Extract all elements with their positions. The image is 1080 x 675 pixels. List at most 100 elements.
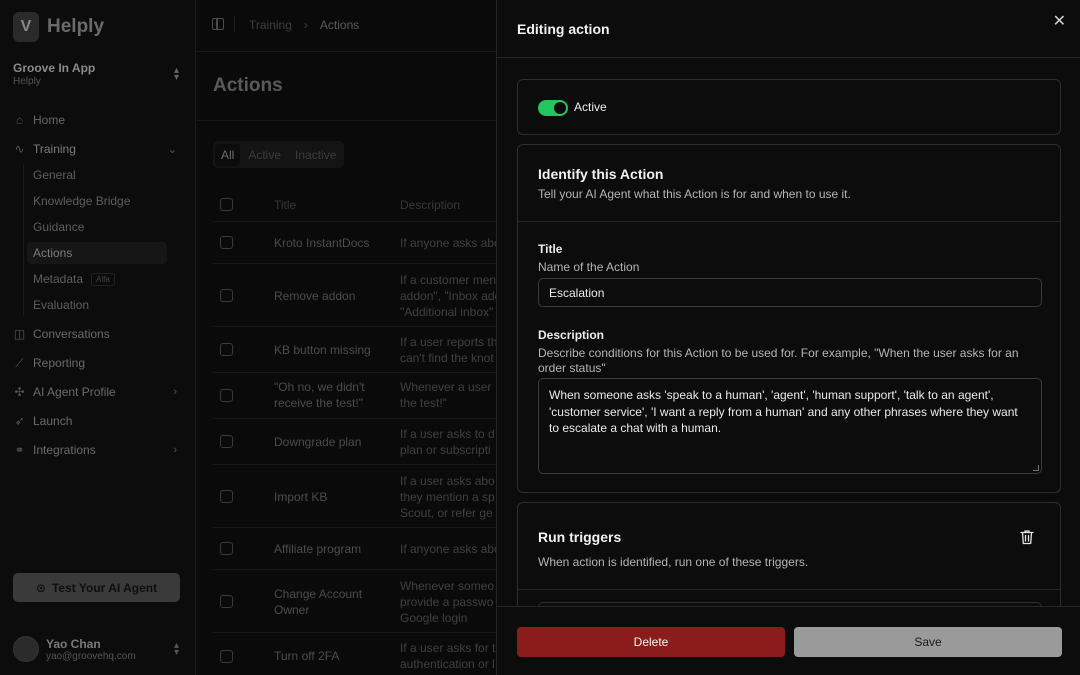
resize-handle-icon[interactable]: [1033, 465, 1039, 471]
drawer-title: Editing action: [517, 21, 610, 37]
title-help: Name of the Action: [538, 260, 640, 274]
identify-card: Identify this Action Tell your AI Agent …: [517, 144, 1061, 493]
sidebar-item-home[interactable]: ⌂ Home: [13, 109, 181, 131]
row-checkbox[interactable]: [220, 343, 233, 356]
divider: [518, 221, 1060, 222]
sidebar-item-conversations[interactable]: ◫ Conversations: [13, 323, 181, 345]
workspace-name: Groove In App: [13, 61, 96, 75]
row-description: If a customer men addon", "Inbox add "Ad…: [400, 273, 500, 319]
identify-heading: Identify this Action: [538, 166, 664, 182]
filter-tabs: All Active Inactive: [213, 141, 345, 168]
table-row[interactable]: Affiliate program If anyone asks abo: [213, 528, 503, 570]
sidebar-item-integrations[interactable]: ⚭ Integrations ›: [13, 439, 181, 461]
row-title: Kroto InstantDocs: [274, 236, 370, 250]
row-description: If a user reports th can't find the knot: [400, 335, 498, 365]
sidebar-item-training[interactable]: ∿ Training ⌄: [13, 138, 181, 160]
user-menu[interactable]: Yao Chan yao@groovehq.com ▴ ▾: [13, 634, 181, 664]
puzzle-icon: ✣: [14, 385, 25, 399]
sidebar-item-label: Home: [33, 113, 66, 127]
sidebar-item-label: Launch: [33, 414, 73, 428]
table-row[interactable]: Downgrade plan If a user asks to d plan …: [213, 419, 503, 465]
divider: [518, 589, 1060, 590]
row-checkbox[interactable]: [220, 595, 233, 608]
workspace-switcher[interactable]: Groove In App Helply ▴ ▾: [13, 61, 181, 87]
row-title: Import KB: [274, 490, 328, 504]
table-row[interactable]: Turn off 2FA If a user asks for t authen…: [213, 633, 503, 675]
delete-button[interactable]: Delete: [517, 627, 785, 657]
row-description: If anyone asks abo: [400, 542, 500, 556]
row-description: If a user asks to d plan or subscripti: [400, 427, 495, 457]
description-label: Description: [538, 328, 605, 342]
description-textarea[interactable]: When someone asks 'speak to a human', 'a…: [538, 378, 1042, 474]
sidebar-item-launch[interactable]: ➶ Launch: [13, 410, 181, 432]
title-input[interactable]: [538, 278, 1042, 307]
triggers-subtitle: When action is identified, run one of th…: [538, 555, 809, 569]
sidebar-item-label: Integrations: [33, 443, 96, 457]
chevron-right-icon: ›: [173, 444, 177, 456]
sidebar-subitem-knowledge-bridge[interactable]: Knowledge Bridge: [27, 190, 167, 212]
drawer-footer: Delete Save: [497, 606, 1080, 675]
table-row[interactable]: Import KB If a user asks abo they mentio…: [213, 465, 503, 528]
sidebar-item-reporting[interactable]: ⟋ Reporting: [13, 352, 181, 374]
sidebar-toggle-icon[interactable]: [212, 18, 224, 30]
tab-all[interactable]: All: [215, 143, 241, 166]
tab-inactive[interactable]: Inactive: [289, 144, 342, 166]
brand[interactable]: V Helply: [13, 12, 104, 42]
sidebar-item-agent-profile[interactable]: ✣ AI Agent Profile ›: [13, 381, 181, 403]
row-checkbox[interactable]: [220, 542, 233, 555]
chart-icon: ⟋: [15, 355, 24, 370]
select-all-checkbox[interactable]: [220, 198, 233, 211]
table-row[interactable]: Change Account Owner Whenever someo prov…: [213, 570, 503, 633]
sidebar-subitem-guidance[interactable]: Guidance: [27, 216, 167, 238]
row-title: Downgrade plan: [274, 435, 362, 449]
breadcrumb-current: Actions: [319, 18, 360, 32]
save-button[interactable]: Save: [794, 627, 1062, 657]
breadcrumb-separator-icon: ›: [303, 18, 308, 32]
table-row[interactable]: Kroto InstantDocs If anyone asks abo: [213, 222, 503, 264]
active-label: Active: [574, 100, 607, 114]
trash-icon[interactable]: [1020, 529, 1034, 545]
user-name: Yao Chan: [46, 636, 101, 651]
brand-name: Helply: [47, 16, 105, 37]
row-checkbox[interactable]: [220, 490, 233, 503]
close-icon[interactable]: ✕: [1053, 11, 1066, 31]
test-agent-button[interactable]: ⊙ Test Your AI Agent: [13, 573, 180, 602]
breadcrumb-parent[interactable]: Training: [249, 18, 292, 32]
sidebar-subitem-metadata[interactable]: Metadata Alfa: [27, 268, 167, 290]
row-title: KB button missing: [274, 343, 371, 357]
sidebar-subitem-evaluation[interactable]: Evaluation: [27, 294, 167, 316]
row-checkbox[interactable]: [220, 236, 233, 249]
table-row[interactable]: "Oh no, we didn't receive the test!" Whe…: [213, 373, 503, 419]
table-row[interactable]: KB button missing If a user reports th c…: [213, 327, 503, 373]
row-description: Whenever someo provide a passwo Google l…: [400, 579, 495, 625]
sidebar-item-label: Conversations: [33, 327, 110, 341]
sidebar-subitem-actions[interactable]: Actions: [27, 242, 167, 264]
sidebar-item-label: Metadata: [33, 272, 84, 286]
active-card: Active: [517, 79, 1061, 135]
row-title: Affiliate program: [274, 542, 362, 556]
row-checkbox[interactable]: [220, 650, 233, 663]
identify-subtitle: Tell your AI Agent what this Action is f…: [538, 187, 851, 201]
row-title: "Oh no, we didn't receive the test!": [274, 380, 365, 410]
rocket-icon: ➶: [14, 414, 25, 428]
workspace-sub: Helply: [13, 76, 41, 87]
plug-icon: ⚭: [14, 443, 25, 457]
alpha-badge: Alfa: [91, 272, 115, 286]
edit-action-drawer: Editing action ✕ Active Identify this Ac…: [496, 0, 1080, 675]
row-description: Whenever a user the test!": [400, 380, 492, 410]
row-checkbox[interactable]: [220, 435, 233, 448]
column-header-title: Title: [274, 198, 297, 212]
sidebar: V Helply Groove In App Helply ▴ ▾ ⌂ Home …: [0, 0, 196, 675]
sidebar-subitem-general[interactable]: General: [27, 164, 167, 186]
tab-active[interactable]: Active: [242, 144, 287, 166]
table-row[interactable]: Remove addon If a customer men addon", "…: [213, 264, 503, 327]
row-checkbox[interactable]: [220, 289, 233, 302]
row-title: Turn off 2FA: [274, 649, 340, 663]
table-header: Title Description: [213, 188, 503, 222]
row-checkbox[interactable]: [220, 389, 233, 402]
chevron-right-icon: ›: [173, 386, 177, 398]
avatar: [13, 636, 39, 662]
row-title: Remove addon: [274, 289, 356, 303]
active-toggle[interactable]: [538, 100, 568, 116]
home-icon: ⌂: [15, 113, 24, 127]
